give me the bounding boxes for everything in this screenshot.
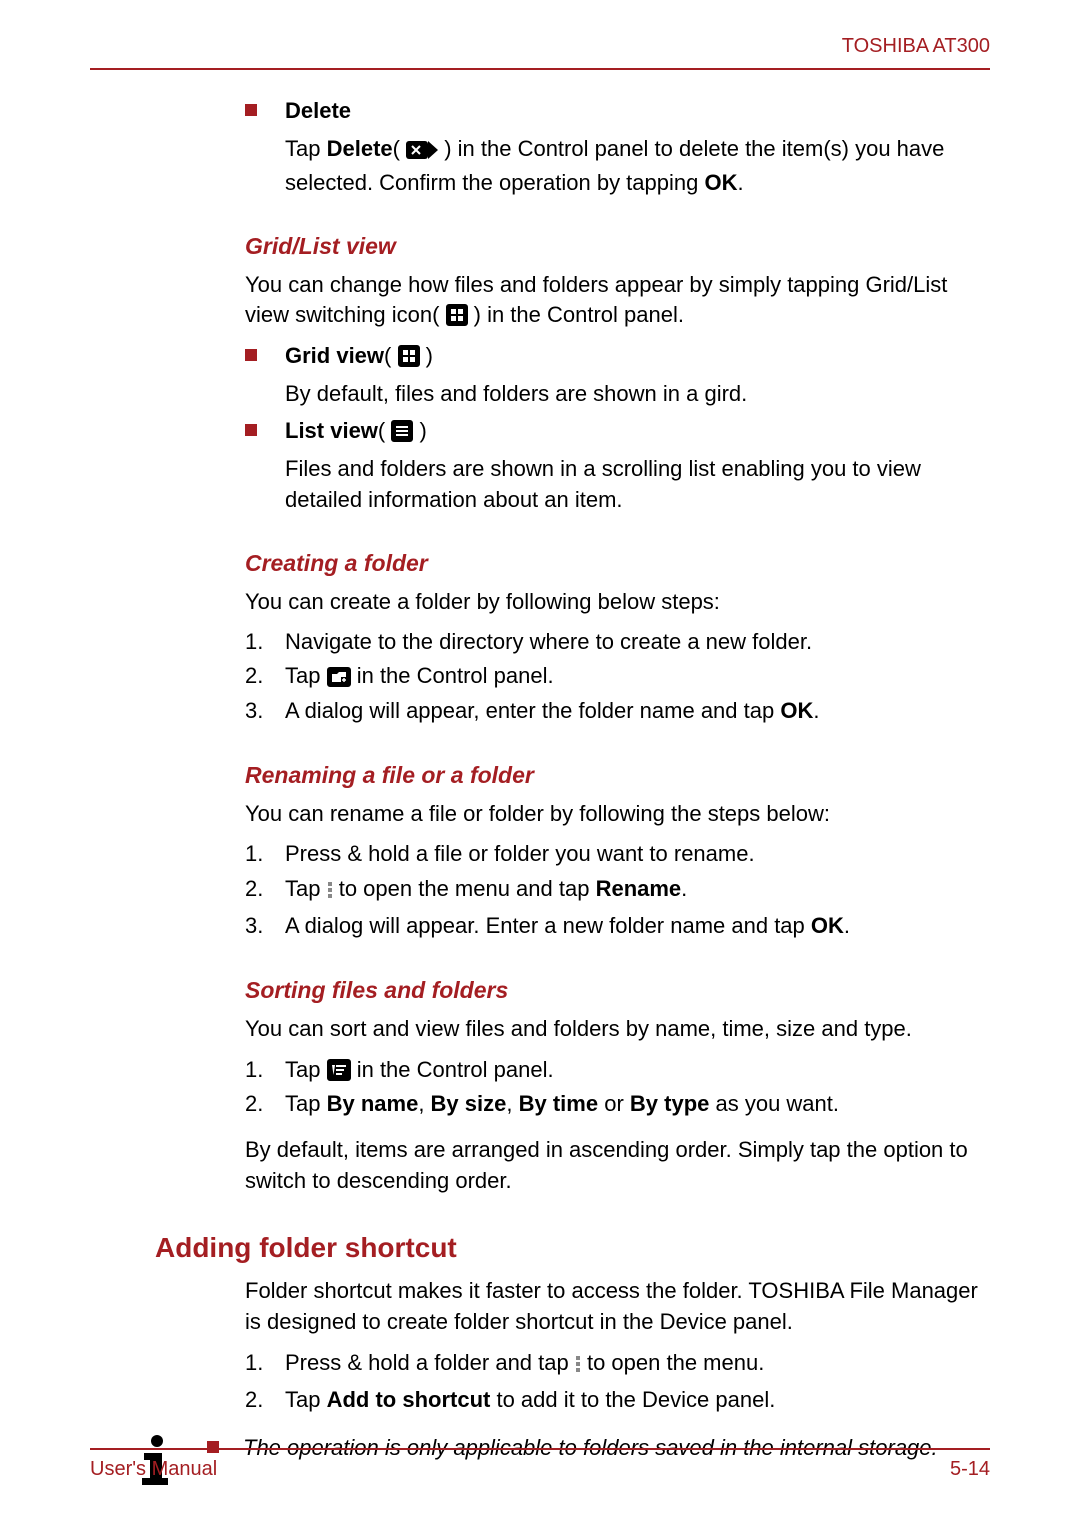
sort-intro: You can sort and view files and folders … (245, 1014, 990, 1045)
rename-steps: 1.Press & hold a file or folder you want… (245, 837, 990, 942)
heading-rename: Renaming a file or a folder (245, 762, 990, 789)
bullet-listview: List view( ) Files and folders are shown… (245, 418, 990, 516)
footer-rule (90, 1448, 990, 1450)
rename-intro: You can rename a file or folder by follo… (245, 799, 990, 830)
create-steps: 1.Navigate to the directory where to cre… (245, 625, 990, 727)
sort-outro: By default, items are arranged in ascend… (245, 1135, 990, 1197)
grid-switch-icon (446, 304, 468, 326)
listview-label: List view (285, 418, 378, 443)
gridview-body: By default, files and folders are shown … (285, 379, 747, 410)
list-view-icon (391, 420, 413, 442)
delete-title: Delete (285, 98, 351, 123)
create-intro: You can create a folder by following bel… (245, 587, 990, 618)
header-rule (90, 68, 990, 70)
heading-shortcut: Adding folder shortcut (155, 1232, 990, 1264)
list-item: 2.Tap in the Control panel. (245, 659, 990, 693)
list-item: 1.Navigate to the directory where to cre… (245, 625, 990, 659)
footer-right: 5-14 (950, 1458, 990, 1481)
new-folder-icon (327, 667, 351, 687)
heading-create: Creating a folder (245, 550, 990, 577)
list-item: 3.A dialog will appear, enter the folder… (245, 694, 990, 728)
gridview-label: Grid view (285, 343, 384, 368)
delete-tag-icon (406, 137, 438, 168)
header-product: TOSHIBA AT300 (90, 35, 990, 58)
footer-left: User's Manual (90, 1458, 217, 1481)
bullet-square-icon (245, 349, 257, 361)
grid-view-icon (398, 345, 420, 367)
shortcut-steps: 1.Press & hold a folder and tap to open … (245, 1346, 990, 1417)
content-area: Delete Tap Delete( ) in the Control pane… (245, 98, 990, 1493)
bullet-delete: Delete Tap Delete( ) in the Control pane… (245, 98, 990, 199)
bullet-gridview: Grid view( ) By default, files and folde… (245, 343, 990, 410)
list-item: 1.Press & hold a folder and tap to open … (245, 1346, 990, 1383)
bullet-square-icon (245, 424, 257, 436)
delete-body: Tap Delete( ) in the Control panel to de… (285, 134, 990, 199)
sort-icon (327, 1059, 351, 1081)
heading-gridlist: Grid/List view (245, 233, 990, 260)
shortcut-intro: Folder shortcut makes it faster to acces… (245, 1276, 990, 1338)
list-item: 2.Tap to open the menu and tap Rename. (245, 872, 990, 909)
heading-sort: Sorting files and folders (245, 977, 990, 1004)
page: TOSHIBA AT300 Delete Tap Delete( ) in th… (0, 0, 1080, 1521)
list-item: 2.Tap Add to shortcut to add it to the D… (245, 1383, 990, 1417)
bullet-square-icon (245, 104, 257, 116)
gridlist-intro: You can change how files and folders app… (245, 270, 990, 332)
listview-body: Files and folders are shown in a scrolli… (285, 454, 990, 516)
list-item: 2.Tap By name, By size, By time or By ty… (245, 1087, 990, 1121)
list-item: 3.A dialog will appear. Enter a new fold… (245, 909, 990, 943)
footer: User's Manual 5-14 (90, 1448, 990, 1481)
sort-steps: 1.Tap in the Control panel. 2.Tap By nam… (245, 1053, 990, 1121)
list-item: 1.Tap in the Control panel. (245, 1053, 990, 1087)
list-item: 1.Press & hold a file or folder you want… (245, 837, 990, 871)
